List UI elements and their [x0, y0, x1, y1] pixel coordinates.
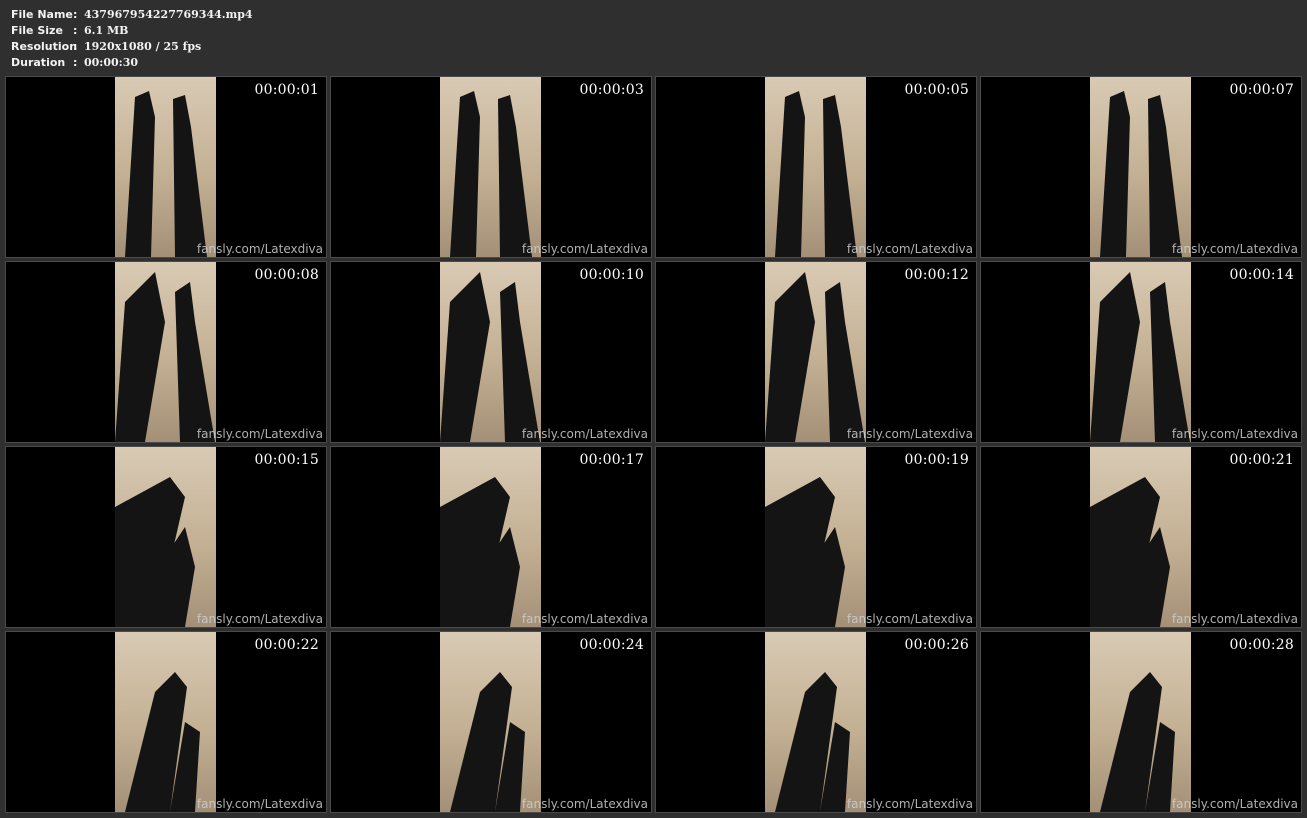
video-thumbnail: 00:00:08 fansly.com/Latexdiva — [5, 261, 327, 443]
frame-image — [1090, 632, 1191, 812]
frame-silhouette — [440, 272, 540, 442]
frame-silhouette — [1090, 477, 1170, 627]
timestamp-label: 00:00:22 — [254, 637, 319, 653]
frame-silhouette — [775, 672, 850, 812]
watermark-text: fansly.com/Latexdiva — [196, 612, 323, 626]
frame-image — [440, 262, 541, 442]
frame-silhouette — [125, 91, 207, 257]
file-name-label: File Name — [11, 8, 73, 21]
video-thumbnail: 00:00:21 fansly.com/Latexdiva — [980, 446, 1302, 628]
timestamp-label: 00:00:14 — [1229, 267, 1294, 283]
file-size-label: File Size — [11, 24, 63, 37]
frame-silhouette — [115, 477, 195, 627]
file-size-value: 6.1 MB — [84, 24, 129, 37]
timestamp-label: 00:00:10 — [579, 267, 644, 283]
video-thumbnail: 00:00:22 fansly.com/Latexdiva — [5, 631, 327, 813]
watermark-text: fansly.com/Latexdiva — [846, 427, 973, 441]
timestamp-label: 00:00:12 — [904, 267, 969, 283]
watermark-text: fansly.com/Latexdiva — [521, 427, 648, 441]
frame-image — [765, 77, 866, 257]
timestamp-label: 00:00:03 — [579, 82, 644, 98]
frame-image — [115, 447, 216, 627]
frame-silhouette — [450, 672, 525, 812]
resolution-row: Resolution : 1920x1080 / 25 fps — [11, 39, 253, 55]
timestamp-label: 00:00:01 — [254, 82, 319, 98]
video-thumbnail: 00:00:01 fansly.com/Latexdiva — [5, 76, 327, 258]
timestamp-label: 00:00:07 — [1229, 82, 1294, 98]
watermark-text: fansly.com/Latexdiva — [1171, 612, 1298, 626]
separator: : — [73, 56, 78, 69]
frame-silhouette — [440, 477, 520, 627]
frame-image — [765, 447, 866, 627]
video-thumbnail: 00:00:15 fansly.com/Latexdiva — [5, 446, 327, 628]
frame-silhouette — [125, 672, 200, 812]
timestamp-label: 00:00:17 — [579, 452, 644, 468]
watermark-text: fansly.com/Latexdiva — [521, 797, 648, 811]
frame-silhouette — [1100, 91, 1182, 257]
separator: : — [73, 8, 78, 21]
video-thumbnail: 00:00:28 fansly.com/Latexdiva — [980, 631, 1302, 813]
watermark-text: fansly.com/Latexdiva — [846, 242, 973, 256]
timestamp-label: 00:00:28 — [1229, 637, 1294, 653]
watermark-text: fansly.com/Latexdiva — [846, 612, 973, 626]
video-thumbnail: 00:00:24 fansly.com/Latexdiva — [330, 631, 652, 813]
file-size-row: File Size : 6.1 MB — [11, 23, 253, 39]
frame-image — [115, 77, 216, 257]
frame-image — [440, 447, 541, 627]
timestamp-label: 00:00:05 — [904, 82, 969, 98]
file-name-row: File Name : 437967954227769344.mp4 — [11, 7, 253, 23]
resolution-value: 1920x1080 / 25 fps — [84, 40, 202, 53]
video-thumbnail: 00:00:10 fansly.com/Latexdiva — [330, 261, 652, 443]
frame-silhouette — [1100, 672, 1175, 812]
frame-silhouette — [115, 272, 215, 442]
watermark-text: fansly.com/Latexdiva — [196, 242, 323, 256]
separator: : — [73, 40, 78, 53]
watermark-text: fansly.com/Latexdiva — [521, 612, 648, 626]
frame-image — [1090, 77, 1191, 257]
frame-image — [440, 632, 541, 812]
frame-silhouette — [765, 272, 865, 442]
watermark-text: fansly.com/Latexdiva — [196, 427, 323, 441]
video-thumbnail: 00:00:03 fansly.com/Latexdiva — [330, 76, 652, 258]
watermark-text: fansly.com/Latexdiva — [521, 242, 648, 256]
video-thumbnail: 00:00:05 fansly.com/Latexdiva — [655, 76, 977, 258]
timestamp-label: 00:00:19 — [904, 452, 969, 468]
frame-silhouette — [1090, 272, 1190, 442]
frame-silhouette — [775, 91, 857, 257]
watermark-text: fansly.com/Latexdiva — [1171, 242, 1298, 256]
frame-image — [1090, 262, 1191, 442]
video-thumbnail: 00:00:14 fansly.com/Latexdiva — [980, 261, 1302, 443]
file-info-header: File Name : 437967954227769344.mp4 File … — [11, 7, 253, 71]
video-thumbnail: 00:00:26 fansly.com/Latexdiva — [655, 631, 977, 813]
duration-label: Duration — [11, 56, 66, 69]
watermark-text: fansly.com/Latexdiva — [1171, 797, 1298, 811]
file-name-value: 437967954227769344.mp4 — [84, 8, 253, 21]
duration-value: 00:00:30 — [84, 56, 139, 69]
frame-image — [1090, 447, 1191, 627]
watermark-text: fansly.com/Latexdiva — [846, 797, 973, 811]
frame-image — [115, 632, 216, 812]
frame-silhouette — [765, 477, 845, 627]
video-thumbnail: 00:00:17 fansly.com/Latexdiva — [330, 446, 652, 628]
frame-image — [765, 262, 866, 442]
video-thumbnail: 00:00:07 fansly.com/Latexdiva — [980, 76, 1302, 258]
frame-image — [115, 262, 216, 442]
timestamp-label: 00:00:15 — [254, 452, 319, 468]
resolution-label: Resolution — [11, 40, 78, 53]
thumbnail-grid: 00:00:01 fansly.com/Latexdiva 00:00:03 fans… — [5, 76, 1302, 813]
video-thumbnail: 00:00:19 fansly.com/Latexdiva — [655, 446, 977, 628]
frame-image — [765, 632, 866, 812]
watermark-text: fansly.com/Latexdiva — [1171, 427, 1298, 441]
timestamp-label: 00:00:21 — [1229, 452, 1294, 468]
timestamp-label: 00:00:24 — [579, 637, 644, 653]
frame-silhouette — [450, 91, 532, 257]
video-thumbnail: 00:00:12 fansly.com/Latexdiva — [655, 261, 977, 443]
frame-image — [440, 77, 541, 257]
duration-row: Duration : 00:00:30 — [11, 55, 253, 71]
timestamp-label: 00:00:08 — [254, 267, 319, 283]
timestamp-label: 00:00:26 — [904, 637, 969, 653]
watermark-text: fansly.com/Latexdiva — [196, 797, 323, 811]
separator: : — [73, 24, 78, 37]
